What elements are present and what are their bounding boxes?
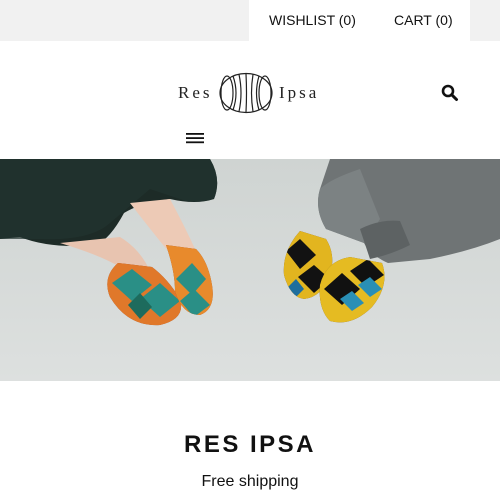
search-button[interactable]: [441, 84, 459, 102]
menu-button[interactable]: [184, 130, 206, 146]
free-shipping-text: Free shipping: [201, 473, 299, 490]
page-title: RES IPSA: [183, 431, 317, 458]
barrel-icon: [219, 72, 273, 114]
search-icon: [441, 84, 458, 101]
site-logo[interactable]: Res Ipsa: [178, 72, 324, 114]
cart-link[interactable]: CART (0): [394, 12, 453, 28]
hero-banner[interactable]: [0, 159, 500, 381]
hamburger-menu-icon: [186, 133, 204, 144]
wishlist-link[interactable]: WISHLIST (0): [269, 12, 356, 28]
logo-word-ipsa: Ipsa: [279, 83, 320, 102]
hero-image: [0, 159, 500, 381]
logo-word-res: Res: [178, 83, 213, 102]
